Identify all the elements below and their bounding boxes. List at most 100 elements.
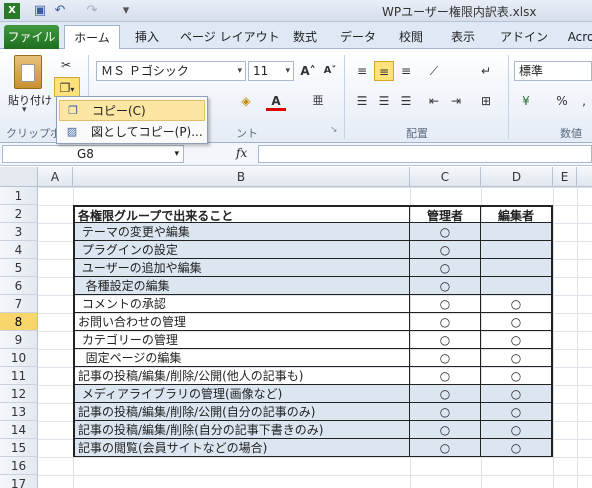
table-row-label[interactable]: テーマの変更や編集	[73, 223, 410, 241]
editor-permission-cell[interactable]: ○	[481, 367, 553, 385]
align-left-icon[interactable]: ☰	[352, 91, 372, 111]
tab-addins[interactable]: アドイン	[500, 25, 548, 49]
editor-permission-cell[interactable]: ○	[481, 385, 553, 403]
table-row-label[interactable]: 記事の投稿/編集/削除(自分の記事下書きのみ)	[73, 421, 410, 439]
copy-dropdown-icon[interactable]: ▾	[70, 85, 74, 94]
row-header[interactable]: 10	[0, 349, 38, 367]
row-header[interactable]: 8	[0, 313, 38, 331]
table-header-admin[interactable]: 管理者	[410, 205, 481, 223]
wrap-text-icon[interactable]: ↵	[476, 61, 496, 81]
number-format-select[interactable]: 標準	[514, 61, 592, 81]
worksheet-grid[interactable]: A B C D E 1 2 3 4 5 6 7 8 9 10 11 12 13 14 15 16 17 各権限グ…	[0, 167, 592, 488]
menu-item-copy[interactable]: ❐ コピー(C)	[59, 100, 205, 121]
align-bottom-icon[interactable]: ≡	[396, 61, 416, 81]
row-header[interactable]: 16	[0, 457, 38, 475]
admin-permission-cell[interactable]: ○	[410, 313, 481, 331]
insert-function-icon[interactable]: fx	[236, 146, 247, 160]
editor-permission-cell[interactable]	[481, 259, 553, 277]
row-header[interactable]: 14	[0, 421, 38, 439]
row-header[interactable]: 12	[0, 385, 38, 403]
table-row-label[interactable]: 固定ページの編集	[73, 349, 410, 367]
formula-input[interactable]	[258, 145, 592, 163]
shrink-font-icon[interactable]: A˅	[320, 61, 340, 81]
row-header[interactable]: 5	[0, 259, 38, 277]
editor-permission-cell[interactable]	[481, 223, 553, 241]
tab-file[interactable]: ファイル	[4, 25, 59, 49]
admin-permission-cell[interactable]: ○	[410, 421, 481, 439]
row-header[interactable]: 4	[0, 241, 38, 259]
table-row-label[interactable]: 記事の投稿/編集/削除/公開(自分の記事のみ)	[73, 403, 410, 421]
copy-button[interactable]: ❐▾	[54, 77, 80, 97]
row-header[interactable]: 2	[0, 205, 38, 223]
admin-permission-cell[interactable]: ○	[410, 439, 481, 457]
table-row-label[interactable]: お問い合わせの管理	[73, 313, 410, 331]
column-header-b[interactable]: B	[73, 167, 410, 187]
admin-permission-cell[interactable]: ○	[410, 331, 481, 349]
row-header[interactable]: 7	[0, 295, 38, 313]
table-row-label[interactable]: カテゴリーの管理	[73, 331, 410, 349]
customize-qat-icon[interactable]: ▾	[118, 3, 134, 19]
tab-review[interactable]: 校閲	[394, 25, 428, 49]
percent-icon[interactable]: %	[552, 91, 572, 111]
editor-permission-cell[interactable]: ○	[481, 439, 553, 457]
name-box[interactable]: G8 ▾	[2, 145, 184, 163]
editor-permission-cell[interactable]: ○	[481, 313, 553, 331]
menu-item-copy-as-picture[interactable]: ▨ 図としてコピー(P)...	[59, 122, 205, 143]
column-header-d[interactable]: D	[481, 167, 553, 187]
tab-acrobat[interactable]: Acro	[564, 25, 592, 49]
paste-dropdown-icon[interactable]: ▾	[22, 105, 27, 115]
row-header[interactable]: 11	[0, 367, 38, 385]
table-header-capability[interactable]: 各権限グループで出来ること	[73, 205, 410, 223]
editor-permission-cell[interactable]: ○	[481, 331, 553, 349]
tab-insert[interactable]: 挿入	[130, 25, 164, 49]
row-header[interactable]: 1	[0, 187, 38, 205]
paste-icon[interactable]	[14, 55, 42, 89]
tab-page-layout[interactable]: ページ レイアウト	[180, 25, 280, 49]
tab-formulas[interactable]: 数式	[288, 25, 322, 49]
align-top-icon[interactable]: ≡	[352, 61, 372, 81]
admin-permission-cell[interactable]: ○	[410, 295, 481, 313]
row-header[interactable]: 13	[0, 403, 38, 421]
column-header-e[interactable]: E	[553, 167, 577, 187]
align-middle-icon[interactable]: ≡	[374, 61, 394, 81]
admin-permission-cell[interactable]: ○	[410, 277, 481, 295]
editor-permission-cell[interactable]: ○	[481, 421, 553, 439]
row-header[interactable]: 15	[0, 439, 38, 457]
decrease-indent-icon[interactable]: ⇤	[424, 91, 444, 111]
admin-permission-cell[interactable]: ○	[410, 367, 481, 385]
table-row-label[interactable]: 各種設定の編集	[73, 277, 410, 295]
admin-permission-cell[interactable]: ○	[410, 259, 481, 277]
editor-permission-cell[interactable]: ○	[481, 295, 553, 313]
undo-icon[interactable]: ↶	[52, 3, 68, 19]
table-row-label[interactable]: 記事の閲覧(会員サイトなどの場合)	[73, 439, 410, 457]
column-header-f[interactable]	[577, 167, 592, 187]
admin-permission-cell[interactable]: ○	[410, 241, 481, 259]
row-header[interactable]: 3	[0, 223, 38, 241]
font-name-select[interactable]: ＭＳ Ｐゴシック ▾	[96, 61, 246, 81]
editor-permission-cell[interactable]	[481, 277, 553, 295]
row-header[interactable]: 17	[0, 475, 38, 488]
row-header[interactable]: 9	[0, 331, 38, 349]
save-icon[interactable]: ▣	[32, 3, 48, 19]
column-header-c[interactable]: C	[410, 167, 481, 187]
tab-data[interactable]: データ	[338, 25, 378, 49]
increase-indent-icon[interactable]: ⇥	[446, 91, 466, 111]
font-color-icon[interactable]: A	[266, 91, 286, 111]
admin-permission-cell[interactable]: ○	[410, 385, 481, 403]
font-size-select[interactable]: 11 ▾	[248, 61, 294, 81]
accounting-format-icon[interactable]: ¥	[516, 91, 536, 111]
editor-permission-cell[interactable]	[481, 241, 553, 259]
align-center-icon[interactable]: ☰	[374, 91, 394, 111]
table-row-label[interactable]: メディアライブラリの管理(画像など)	[73, 385, 410, 403]
paste-button-label[interactable]: 貼り付け	[8, 92, 52, 108]
editor-permission-cell[interactable]: ○	[481, 403, 553, 421]
table-row-label[interactable]: プラグインの設定	[73, 241, 410, 259]
redo-icon[interactable]: ↷	[84, 3, 100, 19]
table-row-label[interactable]: 記事の投稿/編集/削除/公開(他人の記事も)	[73, 367, 410, 385]
merge-center-icon[interactable]: ⊞	[476, 91, 496, 111]
select-all-corner[interactable]	[0, 167, 38, 187]
table-header-editor[interactable]: 編集者	[481, 205, 553, 223]
comma-style-icon[interactable]: ,	[574, 91, 592, 111]
tab-view[interactable]: 表示	[446, 25, 480, 49]
row-header[interactable]: 6	[0, 277, 38, 295]
